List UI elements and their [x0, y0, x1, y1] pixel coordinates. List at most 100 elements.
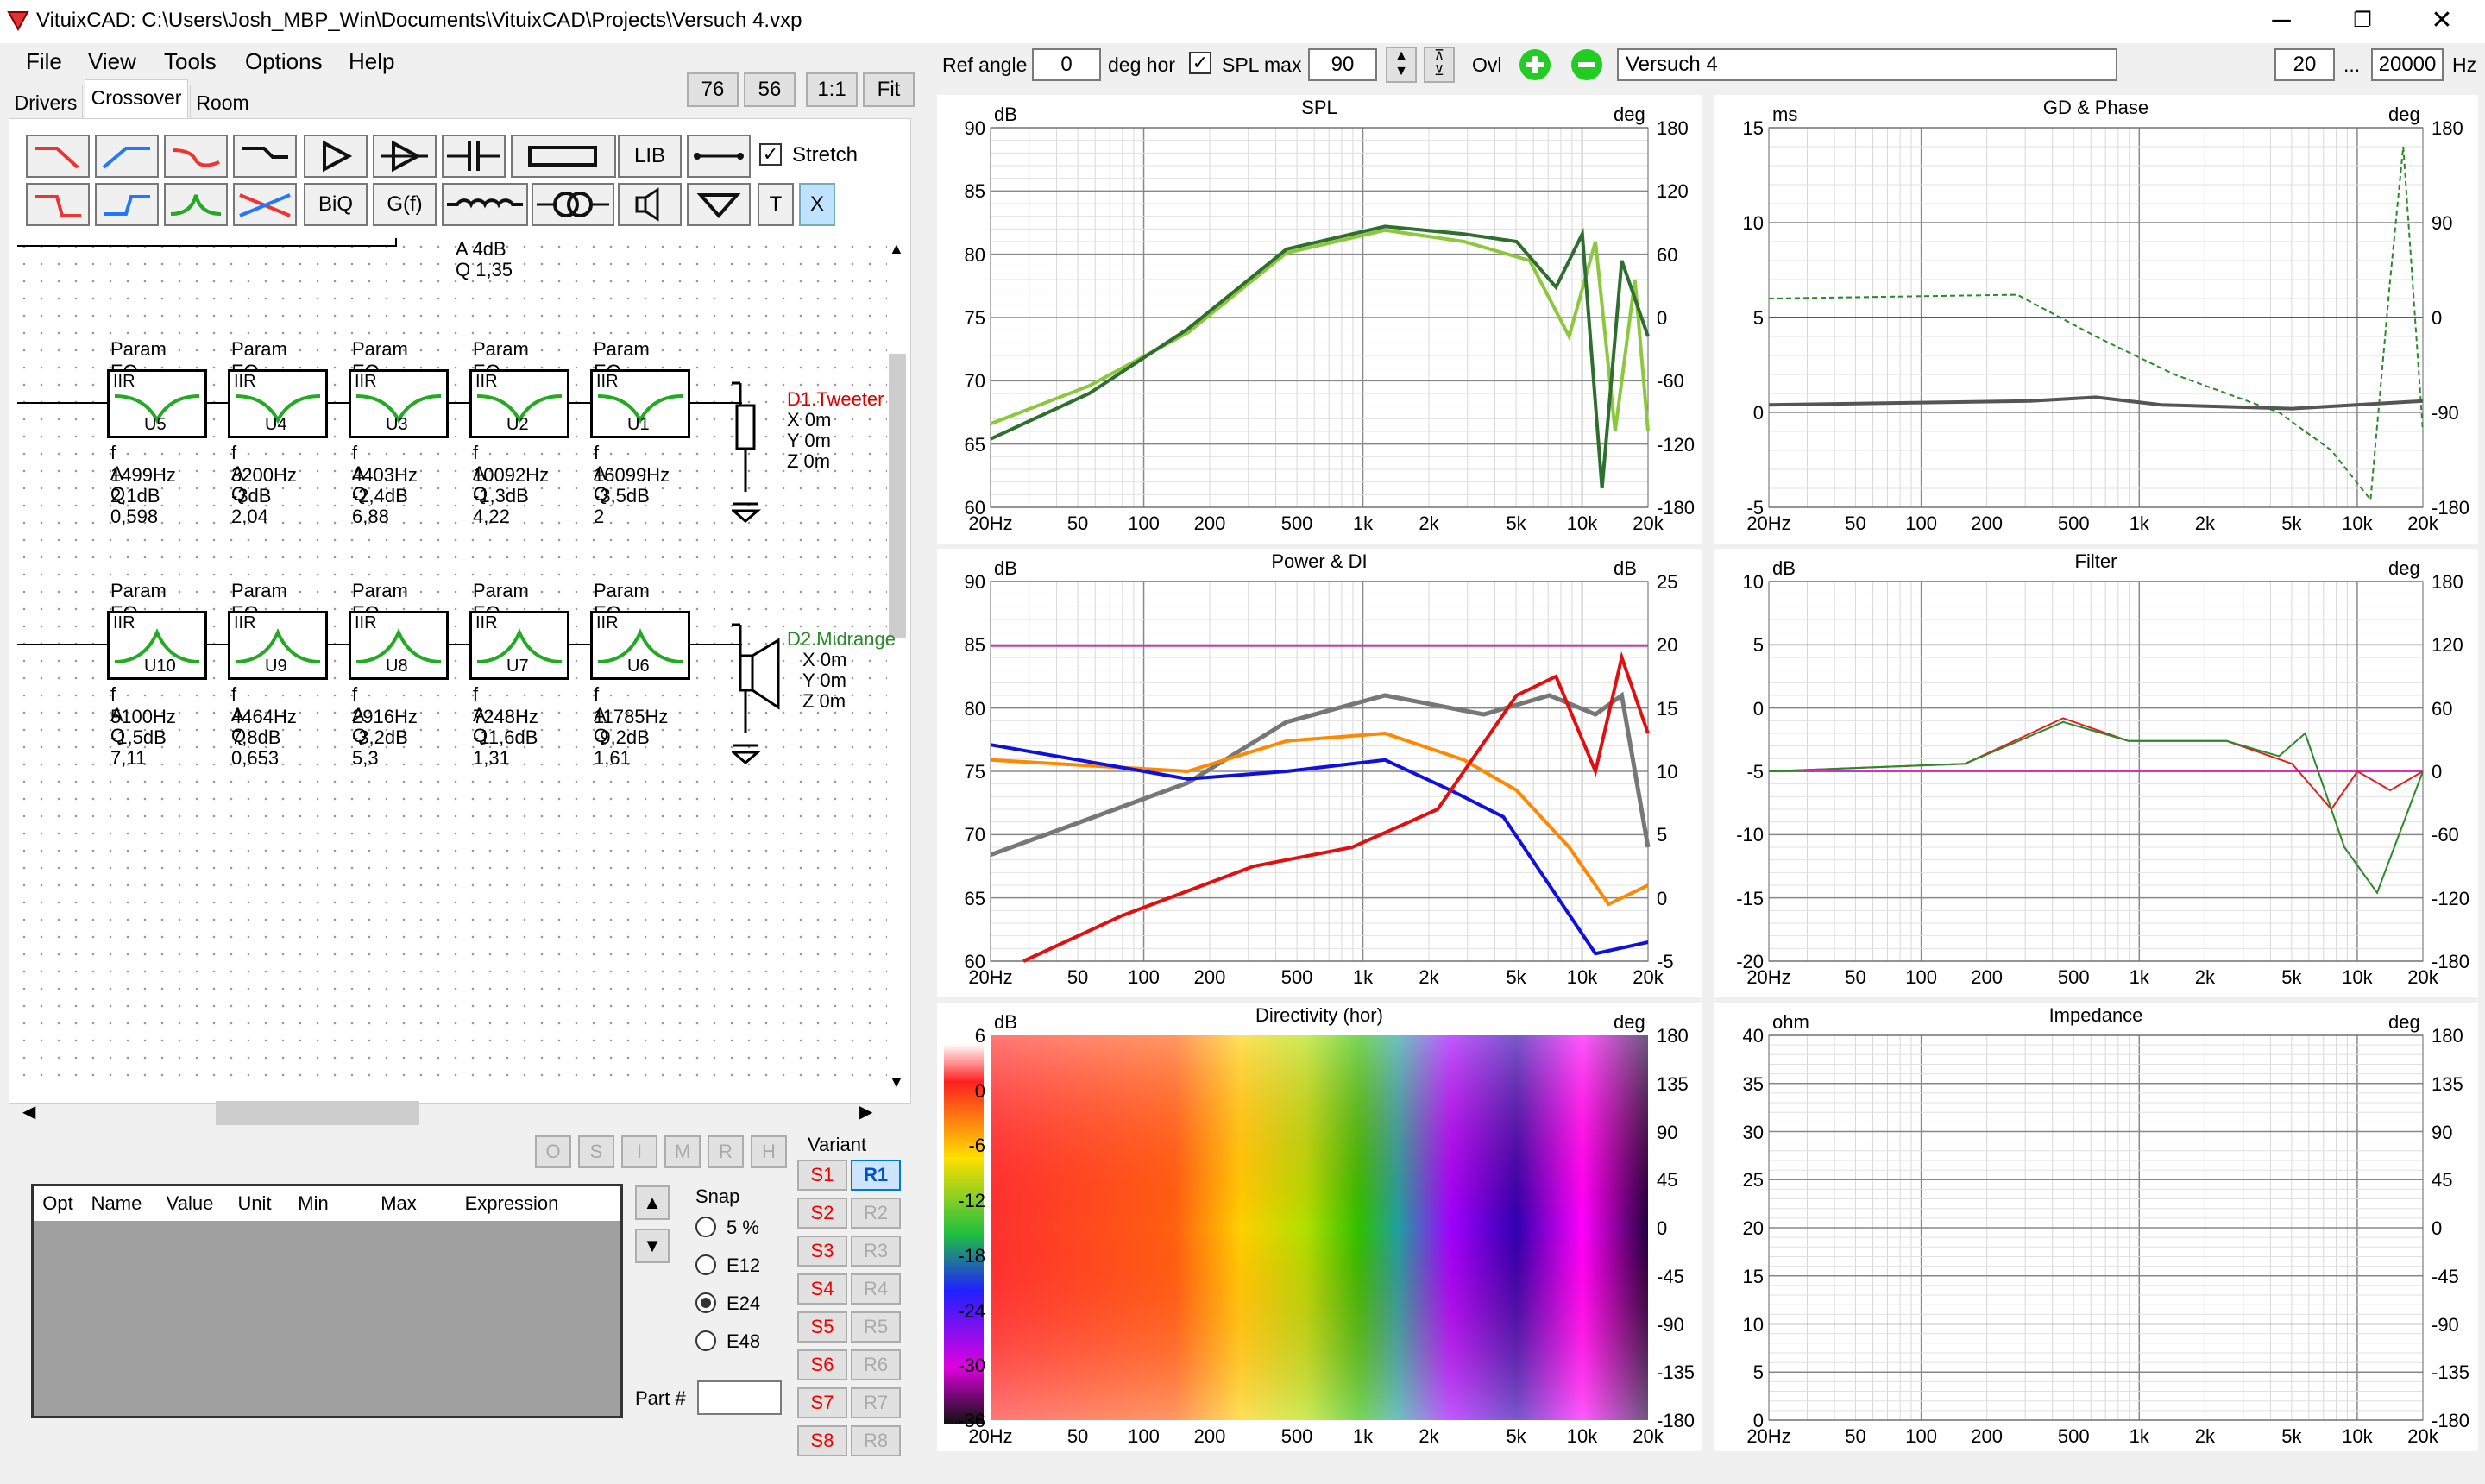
scroll-down-icon[interactable]: ▼ — [889, 1073, 904, 1091]
capacitor-tool[interactable] — [442, 135, 506, 178]
spl-max-checkbox[interactable]: ✓ — [1189, 52, 1211, 74]
scroll-right-icon[interactable]: ▶ — [859, 1101, 872, 1122]
parameter-table[interactable]: Opt Name Value Unit Min Max Expression — [31, 1184, 623, 1418]
zoom-76-button[interactable]: 76 — [687, 72, 739, 107]
t-button[interactable]: T — [758, 183, 794, 226]
gd-chart[interactable] — [1714, 95, 2478, 544]
scroll-left-icon[interactable]: ◀ — [22, 1101, 35, 1122]
variant-s7-button[interactable]: S7 — [797, 1387, 847, 1418]
zoom-fit-button[interactable]: Fit — [863, 72, 915, 107]
gf-button[interactable]: G(f) — [373, 183, 437, 226]
power-chart[interactable] — [937, 549, 1702, 997]
resistor-tool[interactable] — [511, 135, 616, 178]
highpass-2-tool[interactable] — [95, 183, 159, 226]
add-overlay-icon[interactable] — [1515, 47, 1555, 83]
param-eq-block[interactable]: IIR U6 — [590, 611, 690, 680]
snap-radio-2[interactable] — [695, 1292, 716, 1313]
tab-crossover[interactable]: Crossover — [85, 79, 188, 119]
tweeter-driver-icon[interactable] — [732, 380, 783, 526]
vertical-scrollbar[interactable] — [889, 354, 906, 638]
lib-button[interactable]: LIB — [618, 135, 682, 178]
param-eq-block[interactable]: IIR U1 — [590, 369, 690, 438]
variant-r2-button[interactable]: R2 — [851, 1198, 901, 1229]
mode-button-s[interactable]: S — [578, 1135, 614, 1168]
speaker-icon[interactable] — [618, 183, 682, 226]
notch-tool[interactable] — [164, 135, 228, 178]
variant-s8-button[interactable]: S8 — [797, 1425, 847, 1456]
mode-button-m[interactable]: M — [664, 1135, 701, 1168]
menu-help[interactable]: Help — [349, 48, 394, 75]
ref-angle-input[interactable]: 0 — [1032, 48, 1101, 81]
midrange-label[interactable]: D2.Midrange — [787, 628, 896, 651]
variant-s3-button[interactable]: S3 — [797, 1236, 847, 1267]
param-eq-block[interactable]: IIR U2 — [469, 369, 569, 438]
variant-s1-button[interactable]: S1 — [797, 1160, 847, 1191]
close-button[interactable]: ✕ — [2407, 3, 2476, 38]
menu-tools[interactable]: Tools — [164, 48, 217, 75]
horizontal-scrollbar[interactable] — [216, 1101, 419, 1125]
tweeter-label[interactable]: D1.Tweeter — [787, 388, 884, 411]
x-button[interactable]: X — [799, 183, 835, 226]
zoom-56-button[interactable]: 56 — [744, 72, 796, 107]
freq-min-input[interactable]: 20 — [2274, 48, 2335, 81]
biquad-button[interactable]: BiQ — [304, 183, 368, 226]
mode-button-i[interactable]: I — [621, 1135, 657, 1168]
snap-radio-0[interactable] — [695, 1217, 716, 1237]
buffer-tool[interactable] — [304, 135, 368, 178]
highpass-tool[interactable] — [95, 135, 159, 178]
mode-button-h[interactable]: H — [751, 1135, 787, 1168]
menu-options[interactable]: Options — [245, 48, 323, 75]
lowpass-tool[interactable] — [26, 135, 90, 178]
snap-radio-1[interactable] — [695, 1254, 716, 1275]
variant-r7-button[interactable]: R7 — [851, 1387, 901, 1418]
param-eq-block[interactable]: IIR U4 — [228, 369, 328, 438]
param-eq-block[interactable]: IIR U5 — [107, 369, 207, 438]
lowpass-2-tool[interactable] — [26, 183, 90, 226]
impedance-chart[interactable] — [1714, 1003, 2478, 1451]
variant-s5-button[interactable]: S5 — [797, 1311, 847, 1343]
move-down-button[interactable]: ▼ — [635, 1229, 670, 1263]
move-up-button[interactable]: ▲ — [635, 1185, 670, 1220]
menu-file[interactable]: File — [26, 48, 62, 75]
allpass-tool[interactable] — [233, 183, 297, 226]
stretch-checkbox[interactable]: ✓ — [759, 143, 782, 166]
spl-chart[interactable] — [937, 95, 1702, 544]
param-eq-block[interactable]: IIR U9 — [228, 611, 328, 680]
filter-chart[interactable] — [1714, 549, 2478, 997]
mode-button-r[interactable]: R — [708, 1135, 744, 1168]
spl-max-input[interactable]: 90 — [1308, 48, 1377, 81]
transformer-tool[interactable] — [532, 183, 614, 226]
snap-radio-3[interactable] — [695, 1330, 716, 1351]
variant-r5-button[interactable]: R5 — [851, 1311, 901, 1343]
param-eq-block[interactable]: IIR U7 — [469, 611, 569, 680]
spl-auto-button[interactable]: ⊼ ⊻ — [1424, 47, 1455, 83]
freq-max-input[interactable]: 20000 — [2371, 48, 2444, 81]
midrange-driver-icon[interactable] — [732, 621, 792, 768]
zoom-1to1-button[interactable]: 1:1 — [806, 72, 858, 107]
scroll-up-icon[interactable]: ▲ — [889, 240, 904, 258]
spl-up-down-button[interactable]: ▲ ▼ — [1386, 47, 1417, 83]
tab-room[interactable]: Room — [190, 85, 255, 119]
remove-overlay-icon[interactable] — [1567, 47, 1607, 83]
variant-r1-button[interactable]: R1 — [851, 1160, 901, 1191]
variant-r4-button[interactable]: R4 — [851, 1273, 901, 1305]
part-number-input[interactable] — [697, 1380, 782, 1415]
tab-drivers[interactable]: Drivers — [9, 85, 83, 119]
wire-tool[interactable] — [687, 135, 751, 178]
variant-r6-button[interactable]: R6 — [851, 1349, 901, 1380]
menu-view[interactable]: View — [88, 48, 136, 75]
minimize-button[interactable]: ─ — [2247, 3, 2316, 38]
param-eq-block[interactable]: IIR U3 — [349, 369, 449, 438]
param-eq-block[interactable]: IIR U10 — [107, 611, 207, 680]
directivity-chart[interactable] — [937, 1003, 1702, 1451]
variant-s4-button[interactable]: S4 — [797, 1273, 847, 1305]
inductor-tool[interactable] — [442, 183, 528, 226]
variant-s6-button[interactable]: S6 — [797, 1349, 847, 1380]
restore-button[interactable]: ❐ — [2328, 3, 2397, 38]
variant-r3-button[interactable]: R3 — [851, 1236, 901, 1267]
mode-button-o[interactable]: O — [535, 1135, 571, 1168]
param-eq-block[interactable]: IIR U8 — [349, 611, 449, 680]
opamp-tool[interactable] — [373, 135, 437, 178]
peak-tool[interactable] — [164, 183, 228, 226]
variant-s2-button[interactable]: S2 — [797, 1198, 847, 1229]
